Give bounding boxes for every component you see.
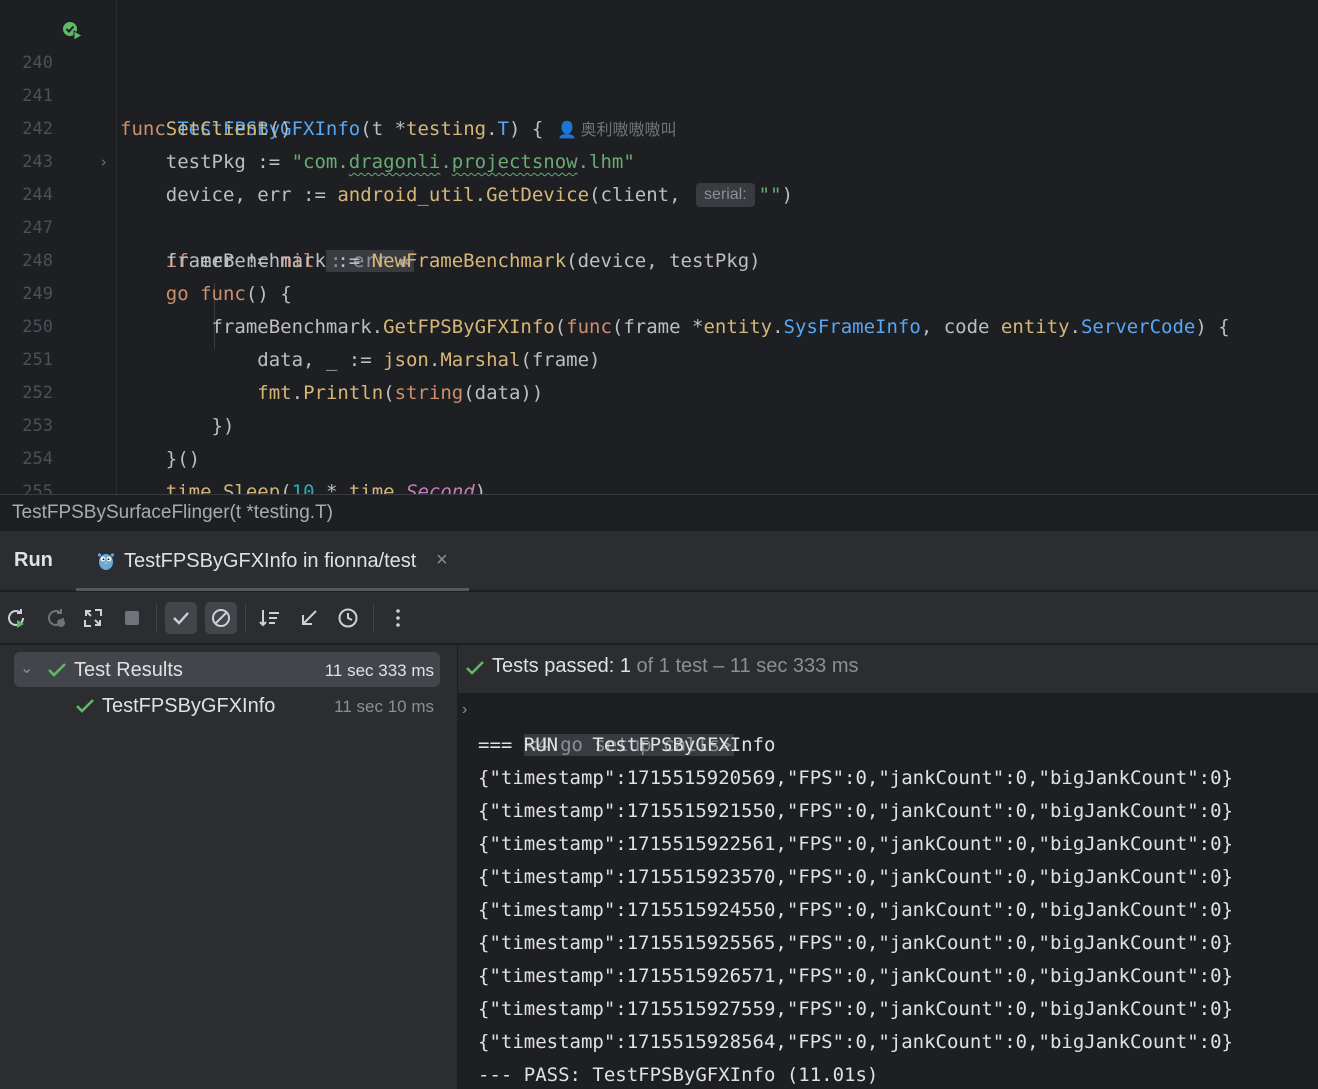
auto-test-icon xyxy=(84,609,102,627)
code-line[interactable]: 253 }() xyxy=(0,377,1318,470)
console-line: {"timestamp":1715515925565,"FPS":0,"jank… xyxy=(478,932,1233,954)
code-line[interactable]: 250 data, _ := json.Marshal(frame) xyxy=(0,278,1318,371)
console-line: {"timestamp":1715515928564,"FPS":0,"jank… xyxy=(478,1031,1233,1053)
run-test-gutter-icon[interactable] xyxy=(62,21,84,41)
clock-icon xyxy=(338,608,358,628)
run-tool-window-header: Run TestFPSByGFXInfo in fionna/test × xyxy=(0,531,1318,591)
stop-icon xyxy=(125,611,139,625)
code-line[interactable]: 252 }) xyxy=(0,344,1318,437)
console-line: {"timestamp":1715515921550,"FPS":0,"jank… xyxy=(478,800,1233,822)
collapse-icon xyxy=(302,610,317,625)
tab-label: TestFPSByGFXInfo in fionna/test xyxy=(124,550,417,572)
console-line: --- PASS: TestFPSByGFXInfo (11.01s) xyxy=(478,1064,879,1086)
go-gopher-icon xyxy=(97,553,115,570)
tree-item-label: TestFPSByGFXInfo xyxy=(102,695,276,717)
toggle-auto-test-button[interactable] xyxy=(77,602,109,634)
duration-label: 11 sec 333 ms xyxy=(324,661,434,680)
tab-active-indicator xyxy=(76,588,469,591)
show-ignored-toggle[interactable] xyxy=(205,602,237,634)
test-results-tree: ⌄ Test Results 11 sec 333 ms TestFPSByGF… xyxy=(0,645,457,1089)
console-line: {"timestamp":1715515923570,"FPS":0,"jank… xyxy=(478,866,1233,888)
ignored-icon xyxy=(212,609,230,627)
console-output[interactable]: <4 go setup calls> › === RUN TestFPSByGF… xyxy=(458,693,1318,1089)
tree-item-test-results[interactable]: ⌄ Test Results 11 sec 333 ms xyxy=(14,652,440,687)
sort-icon xyxy=(259,610,279,627)
collapse-all-button[interactable] xyxy=(293,602,325,634)
console-line: {"timestamp":1715515924550,"FPS":0,"jank… xyxy=(478,899,1233,921)
chevron-down-icon[interactable]: ⌄ xyxy=(20,658,33,678)
code-line[interactable]: 249 frameBenchmark.GetFPSByGFXInfo(func(… xyxy=(0,245,1318,338)
rerun-icon xyxy=(8,609,24,628)
rerun-button[interactable] xyxy=(0,602,32,634)
more-options-button[interactable] xyxy=(382,602,414,634)
chevron-right-icon[interactable]: › xyxy=(462,701,467,719)
stop-button[interactable] xyxy=(116,602,148,634)
console-line: {"timestamp":1715515926571,"FPS":0,"jank… xyxy=(478,965,1233,987)
show-passed-toggle[interactable] xyxy=(165,602,197,634)
toolbar-separator xyxy=(245,604,246,632)
breadcrumb[interactable]: TestFPSBySurfaceFlinger(t *testing.T) xyxy=(0,494,1318,531)
passed-check-icon xyxy=(76,699,94,713)
code-line[interactable]: 243 device, err := android_util.GetDevic… xyxy=(0,113,1318,207)
code-line[interactable]: 247 frameBenchmark := NewFrameBenchmark(… xyxy=(0,179,1318,272)
more-vertical-icon xyxy=(396,609,400,627)
passed-check-icon xyxy=(48,663,66,677)
tab-run-configuration[interactable]: TestFPSByGFXInfo in fionna/test × xyxy=(76,531,469,591)
tree-item-test[interactable]: TestFPSByGFXInfo 11 sec 10 ms xyxy=(14,688,440,723)
rerun-failed-button[interactable] xyxy=(40,602,72,634)
tool-window-title: Run xyxy=(14,549,53,571)
code-line[interactable]: 248 go func() { xyxy=(0,212,1318,305)
close-tab-icon[interactable]: × xyxy=(436,549,448,572)
console-line: {"timestamp":1715515922561,"FPS":0,"jank… xyxy=(478,833,1233,855)
tree-item-label: Test Results xyxy=(74,659,183,681)
test-history-button[interactable] xyxy=(332,602,364,634)
status-text: Tests passed: 1 of 1 test – 11 sec 333 m… xyxy=(492,655,859,677)
code-line[interactable]: 244 › if err != nil : err ✱ xyxy=(0,146,1318,272)
console-line: === RUN TestFPSByGFXInfo xyxy=(478,734,776,756)
code-text: time.Sleep(10 * time.Second) xyxy=(165,481,487,494)
rerun-failed-icon xyxy=(48,609,65,627)
code-line[interactable]: 255 frameBenchmark.Exit() xyxy=(0,443,1318,494)
run-toolbar xyxy=(0,592,1318,644)
check-icon xyxy=(173,612,189,625)
code-line[interactable]: 251 fmt.Println(string(data)) xyxy=(0,311,1318,404)
fold-chevron-icon[interactable]: › xyxy=(99,146,108,179)
code-line[interactable]: 242 testPkg := "com.dragonli.projectsnow… xyxy=(0,80,1318,173)
console-line: {"timestamp":1715515920569,"FPS":0,"jank… xyxy=(478,767,1233,789)
line-number: 255 xyxy=(22,482,53,494)
code-line[interactable]: 254 time.Sleep(10 * time.Second) xyxy=(0,410,1318,494)
console-line-setup[interactable]: <4 go setup calls> xyxy=(478,696,734,756)
code-editor[interactable]: 240 func TestFPSByGFXInfo(t *testing.T) … xyxy=(0,0,1318,494)
test-status-bar: Tests passed: 1 of 1 test – 11 sec 333 m… xyxy=(458,645,1318,693)
code-line[interactable]: 241 SetClient() xyxy=(0,47,1318,140)
passed-check-icon xyxy=(466,661,484,675)
toolbar-separator xyxy=(156,604,157,632)
code-line[interactable]: 240 func TestFPSByGFXInfo(t *testing.T) … xyxy=(0,14,1318,140)
toolbar-separator xyxy=(373,604,374,632)
duration-label: 11 sec 10 ms xyxy=(334,697,434,716)
sort-button[interactable] xyxy=(254,602,286,634)
console-line: {"timestamp":1715515927559,"FPS":0,"jank… xyxy=(478,998,1233,1020)
